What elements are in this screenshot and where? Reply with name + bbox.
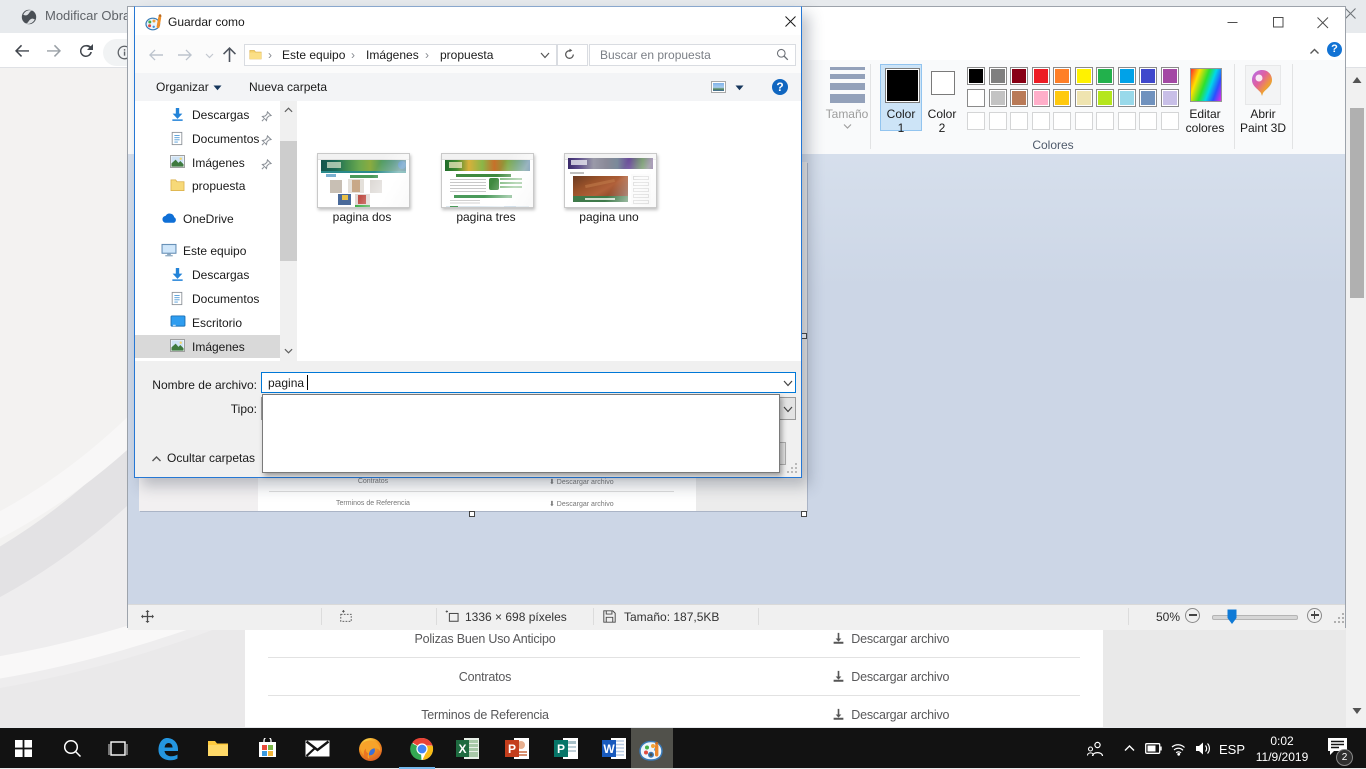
svg-text:W: W [603, 742, 615, 756]
svg-text:X: X [458, 742, 466, 756]
svg-text:P: P [557, 742, 565, 756]
svg-text:P: P [508, 742, 516, 756]
